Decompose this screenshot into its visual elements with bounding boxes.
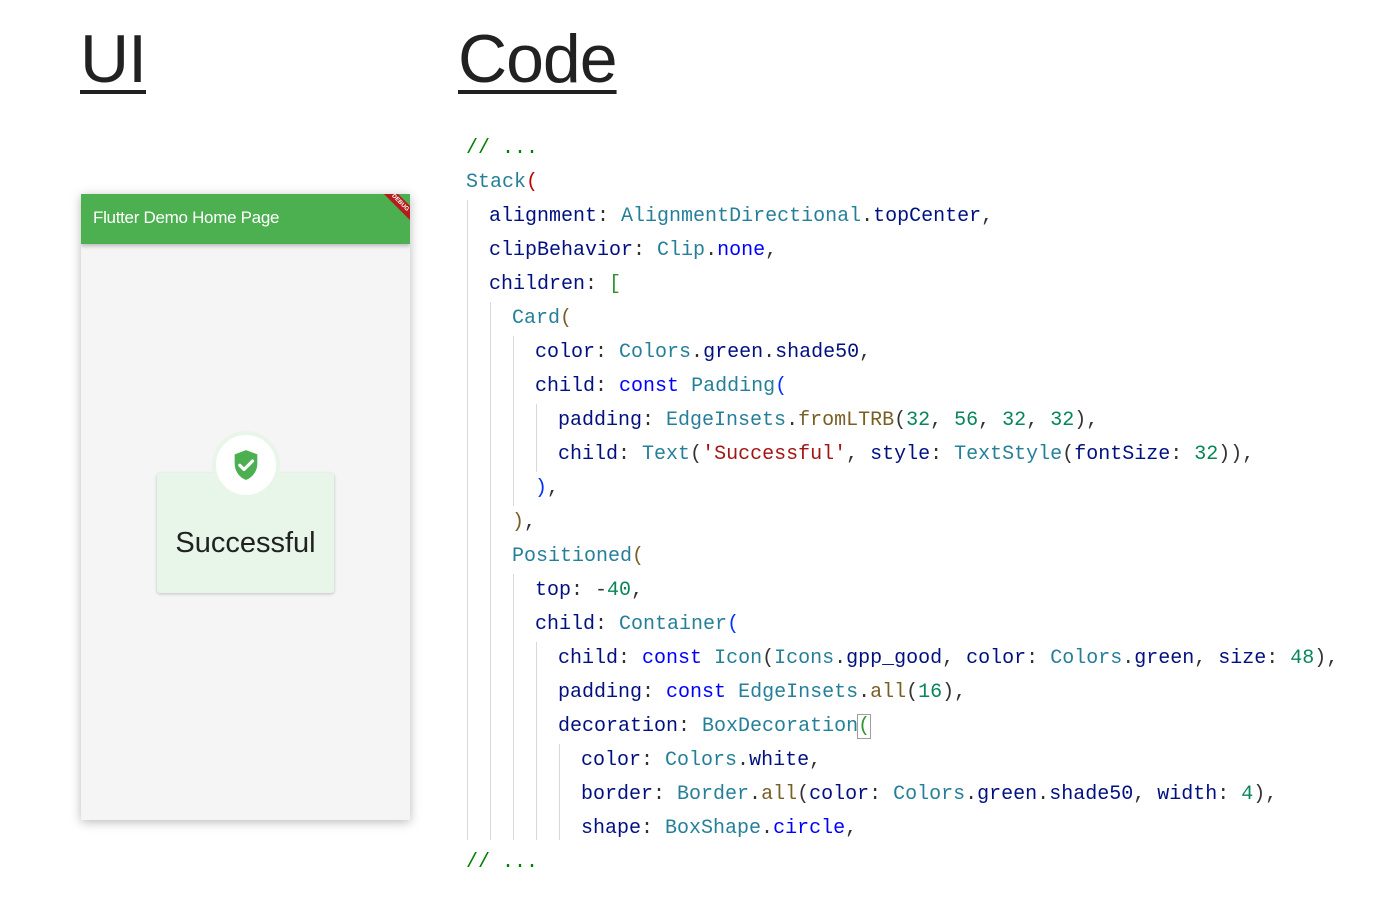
code-line: Stack( — [466, 171, 539, 194]
code-line: decoration: BoxDecoration( — [558, 714, 872, 739]
code-line: Card( — [512, 307, 573, 330]
gpp-good-shield-check-icon — [234, 450, 258, 480]
indent-guide — [513, 336, 514, 506]
phone-mockup: Flutter Demo Home Page DEBUG Successful — [81, 194, 410, 820]
card-text: Successful — [175, 527, 316, 559]
code-line: clipBehavior: Clip.none, — [489, 239, 778, 262]
code-line: shape: BoxShape.circle, — [581, 817, 858, 840]
app-bar: Flutter Demo Home Page — [81, 194, 410, 244]
code-line: children: [ — [489, 273, 622, 296]
code-line: border: Border.all(color: Colors.green.s… — [581, 783, 1278, 806]
code-line: top: -40, — [535, 579, 644, 602]
code-line: child: Text('Successful', style: TextSty… — [558, 443, 1255, 466]
code-line: ), — [535, 477, 560, 500]
indent-guide — [467, 200, 468, 840]
code-line: padding: EdgeInsets.fromLTRB(32, 56, 32,… — [558, 409, 1099, 432]
code-line: color: Colors.white, — [581, 749, 822, 772]
code-line: // ... — [466, 851, 539, 874]
indent-guide — [536, 642, 537, 840]
app-bar-title: Flutter Demo Home Page — [93, 208, 280, 227]
code-line: alignment: AlignmentDirectional.topCente… — [489, 205, 994, 228]
code-heading: Code — [458, 21, 618, 97]
ui-heading: UI — [80, 21, 147, 97]
code-line: color: Colors.green.shade50, — [535, 341, 872, 364]
code-line: ), — [512, 511, 537, 534]
code-line: // ... — [466, 137, 539, 160]
code-line: child: const Icon(Icons.gpp_good, color:… — [558, 647, 1339, 670]
code-line: padding: const EdgeInsets.all(16), — [558, 681, 967, 704]
code-line: child: const Padding( — [535, 375, 788, 398]
icon-badge — [212, 431, 280, 499]
indent-guide — [513, 574, 514, 840]
code-line: Positioned( — [512, 545, 645, 568]
code-line: child: Container( — [535, 613, 740, 636]
indent-guide — [490, 302, 491, 840]
indent-guide — [536, 404, 537, 472]
indent-guide — [559, 744, 560, 840]
